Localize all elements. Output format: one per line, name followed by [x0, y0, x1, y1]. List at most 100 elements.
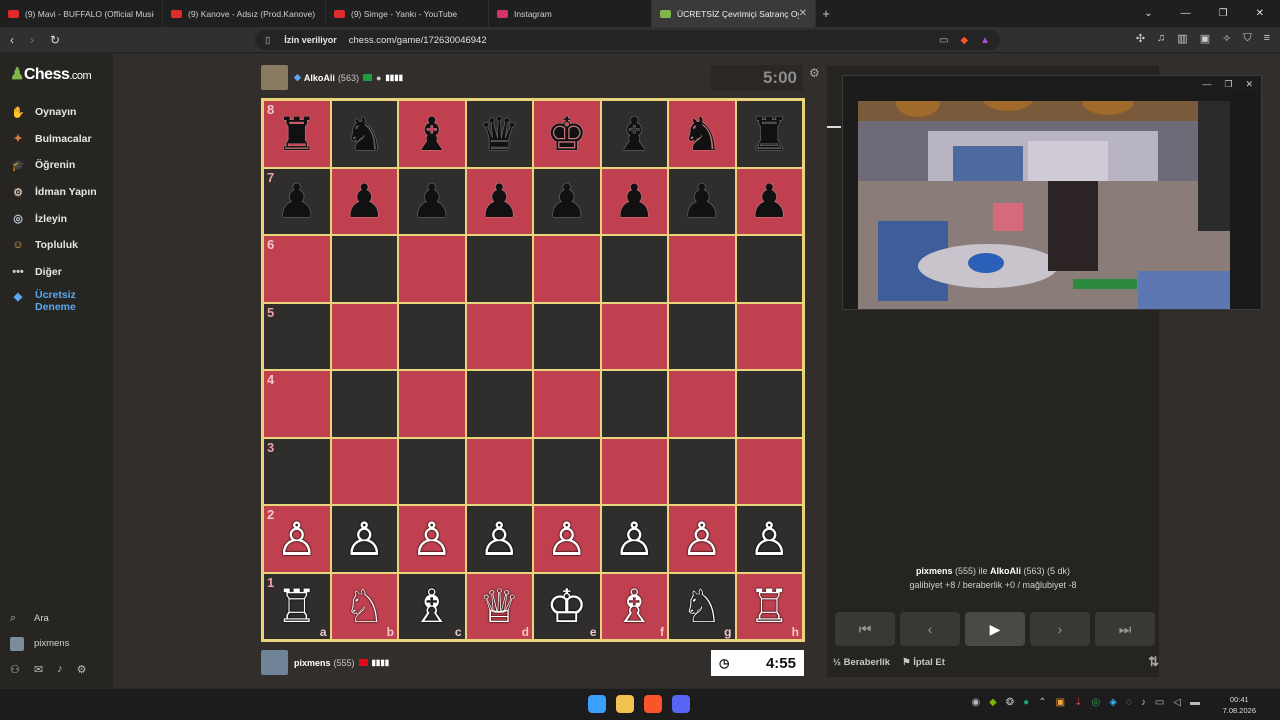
network-app-icon[interactable]: ◎ [1091, 697, 1100, 708]
minimize-button[interactable]: — [1181, 8, 1191, 19]
first-move-button[interactable]: ⏮ [835, 612, 895, 646]
square-c3[interactable] [398, 437, 466, 505]
black-king-piece[interactable]: ♚ [546, 111, 587, 157]
file-explorer-icon[interactable] [616, 695, 634, 713]
square-c4[interactable] [398, 370, 466, 438]
flip-board-icon[interactable]: ⇅ [1148, 654, 1159, 670]
menu-icon[interactable]: ≡ [1264, 32, 1270, 45]
square-d3[interactable] [465, 437, 533, 505]
board-settings-icon[interactable]: ⚙ [809, 66, 820, 80]
square-g5[interactable] [668, 302, 736, 370]
black-pawn-piece[interactable]: ♟ [749, 178, 790, 224]
sidebar-toggle-icon[interactable]: ▥ [1177, 32, 1187, 45]
free-trial-link[interactable]: ◆ Ücretsiz Deneme [10, 289, 97, 329]
white-pawn-piece[interactable]: ♙ [614, 516, 655, 562]
forward-button[interactable]: › [30, 33, 34, 47]
chat-icon[interactable]: ◌ [1126, 697, 1132, 708]
media-icon[interactable]: ♫ [1157, 32, 1165, 45]
square-c6[interactable] [398, 235, 466, 303]
avatar[interactable] [261, 65, 288, 90]
chevron-up-icon[interactable]: ⌃ [1038, 697, 1046, 708]
square-a2[interactable]: 2 ♙ [263, 505, 331, 573]
square-b6[interactable] [330, 235, 398, 303]
vpn-icon[interactable]: ❂ [1006, 697, 1014, 708]
top-player[interactable]: ◆ AlkoAli (563) ● ▮▮▮▮ [261, 65, 403, 90]
bell-icon[interactable]: ♪ [57, 663, 63, 676]
play-button[interactable]: ▶ [965, 612, 1025, 646]
white-pawn-piece[interactable]: ♙ [411, 516, 452, 562]
white-rook-piece[interactable]: ♖ [276, 583, 317, 629]
permission-indicator[interactable]: İzin veriliyor [284, 35, 337, 45]
player-name[interactable]: pixmens [294, 658, 331, 668]
square-e4[interactable] [533, 370, 601, 438]
square-c8[interactable]: ♝ [398, 100, 466, 168]
square-e3[interactable] [533, 437, 601, 505]
square-c7[interactable]: ♟ [398, 167, 466, 235]
square-b1[interactable]: b ♘ [330, 572, 398, 640]
square-d4[interactable] [465, 370, 533, 438]
square-d1[interactable]: d ♕ [465, 572, 533, 640]
square-f3[interactable] [600, 437, 668, 505]
white-rook-piece[interactable]: ♖ [749, 583, 790, 629]
leo-ai-icon[interactable]: ✧ [1222, 32, 1231, 45]
square-h7[interactable]: ♟ [735, 167, 803, 235]
square-e5[interactable] [533, 302, 601, 370]
square-b5[interactable] [330, 302, 398, 370]
download-icon[interactable]: ⇣ [1074, 697, 1082, 708]
sidebar-item-topluluk[interactable]: ☺ Topluluk [10, 232, 97, 259]
back-button[interactable]: ‹ [10, 33, 14, 47]
sidebar-search[interactable]: ⌕ Ara [10, 606, 86, 631]
pip-maximize-button[interactable]: ❐ [1224, 79, 1232, 90]
bookmark-icon[interactable]: ▯ [265, 35, 270, 46]
nvidia-icon[interactable]: ◆ [989, 697, 997, 708]
square-b7[interactable]: ♟ [330, 167, 398, 235]
sidebar-item-i-zleyin[interactable]: ◎ İzleyin [10, 205, 97, 232]
square-a6[interactable]: 6 [263, 235, 331, 303]
chesscom-logo[interactable]: ♟Chess.com [10, 64, 92, 84]
square-g6[interactable] [668, 235, 736, 303]
square-b3[interactable] [330, 437, 398, 505]
black-pawn-piece[interactable]: ♟ [344, 178, 385, 224]
browser-tab[interactable]: ÜCRETSİZ Çevrimiçi Satranç Oyn ✕ [652, 0, 816, 27]
black-rook-piece[interactable]: ♜ [276, 111, 317, 157]
chess-board[interactable]: 8 ♜ ♞ ♝ ♛ ♚ ♝ ♞ ♜ 7 ♟ ♟ ♟ ♟ ♟ ♟ ♟ ♟ 6 5 4 3 2 ♙ ♙ ♙ ♙ ♙ ♙ ♙ ♙ 1 a ♖ b ♘ c ♗ d ♕… [261, 98, 805, 642]
tab-search-button[interactable]: ⌄ [1144, 8, 1152, 19]
square-h2[interactable]: ♙ [735, 505, 803, 573]
square-e8[interactable]: ♚ [533, 100, 601, 168]
square-b8[interactable]: ♞ [330, 100, 398, 168]
browser-tab[interactable]: (9) Kanove - Adsız (Prod.Kanove) - Yo [163, 0, 326, 27]
black-queen-piece[interactable]: ♛ [479, 111, 520, 157]
square-e6[interactable] [533, 235, 601, 303]
friends-icon[interactable]: ⚇ [10, 663, 20, 676]
black-rook-piece[interactable]: ♜ [749, 111, 790, 157]
square-h3[interactable] [735, 437, 803, 505]
sidebar-item-diğer[interactable]: ••• Diğer [10, 259, 97, 286]
black-knight-piece[interactable]: ♞ [344, 111, 385, 157]
square-d7[interactable]: ♟ [465, 167, 533, 235]
square-a3[interactable]: 3 [263, 437, 331, 505]
black-knight-piece[interactable]: ♞ [681, 111, 722, 157]
picture-in-picture-window[interactable]: — ❐ ✕ [842, 75, 1262, 310]
square-e1[interactable]: e ♔ [533, 572, 601, 640]
previous-move-button[interactable]: ‹ [900, 612, 960, 646]
black-pawn-piece[interactable]: ♟ [614, 178, 655, 224]
square-h5[interactable] [735, 302, 803, 370]
white-queen-piece[interactable]: ♕ [479, 583, 520, 629]
security-icon[interactable]: ▣ [1056, 697, 1065, 708]
square-f4[interactable] [600, 370, 668, 438]
tray-app-icon[interactable]: ● [1023, 697, 1029, 708]
black-pawn-piece[interactable]: ♟ [276, 178, 317, 224]
browser-tab[interactable]: (9) Mavi - BUFFALO (Official Music Vi [0, 0, 163, 27]
browser-tab[interactable]: (9) Simge - Yankı - YouTube [326, 0, 489, 27]
white-knight-piece[interactable]: ♘ [344, 583, 385, 629]
white-king-piece[interactable]: ♔ [546, 583, 587, 629]
square-c5[interactable] [398, 302, 466, 370]
browser-tab[interactable]: Instagram [489, 0, 652, 27]
brave-rewards-icon[interactable]: ▲ [980, 35, 990, 46]
vpn-shield-icon[interactable]: ⛉ [1243, 32, 1251, 45]
sidebar-item-bulmacalar[interactable]: ✦ Bulmacalar [10, 126, 97, 153]
bottom-player[interactable]: pixmens (555) ▮▮▮▮ [261, 650, 389, 675]
black-bishop-piece[interactable]: ♝ [411, 111, 452, 157]
brave-shield-icon[interactable]: ◆ [960, 35, 968, 46]
square-b2[interactable]: ♙ [330, 505, 398, 573]
